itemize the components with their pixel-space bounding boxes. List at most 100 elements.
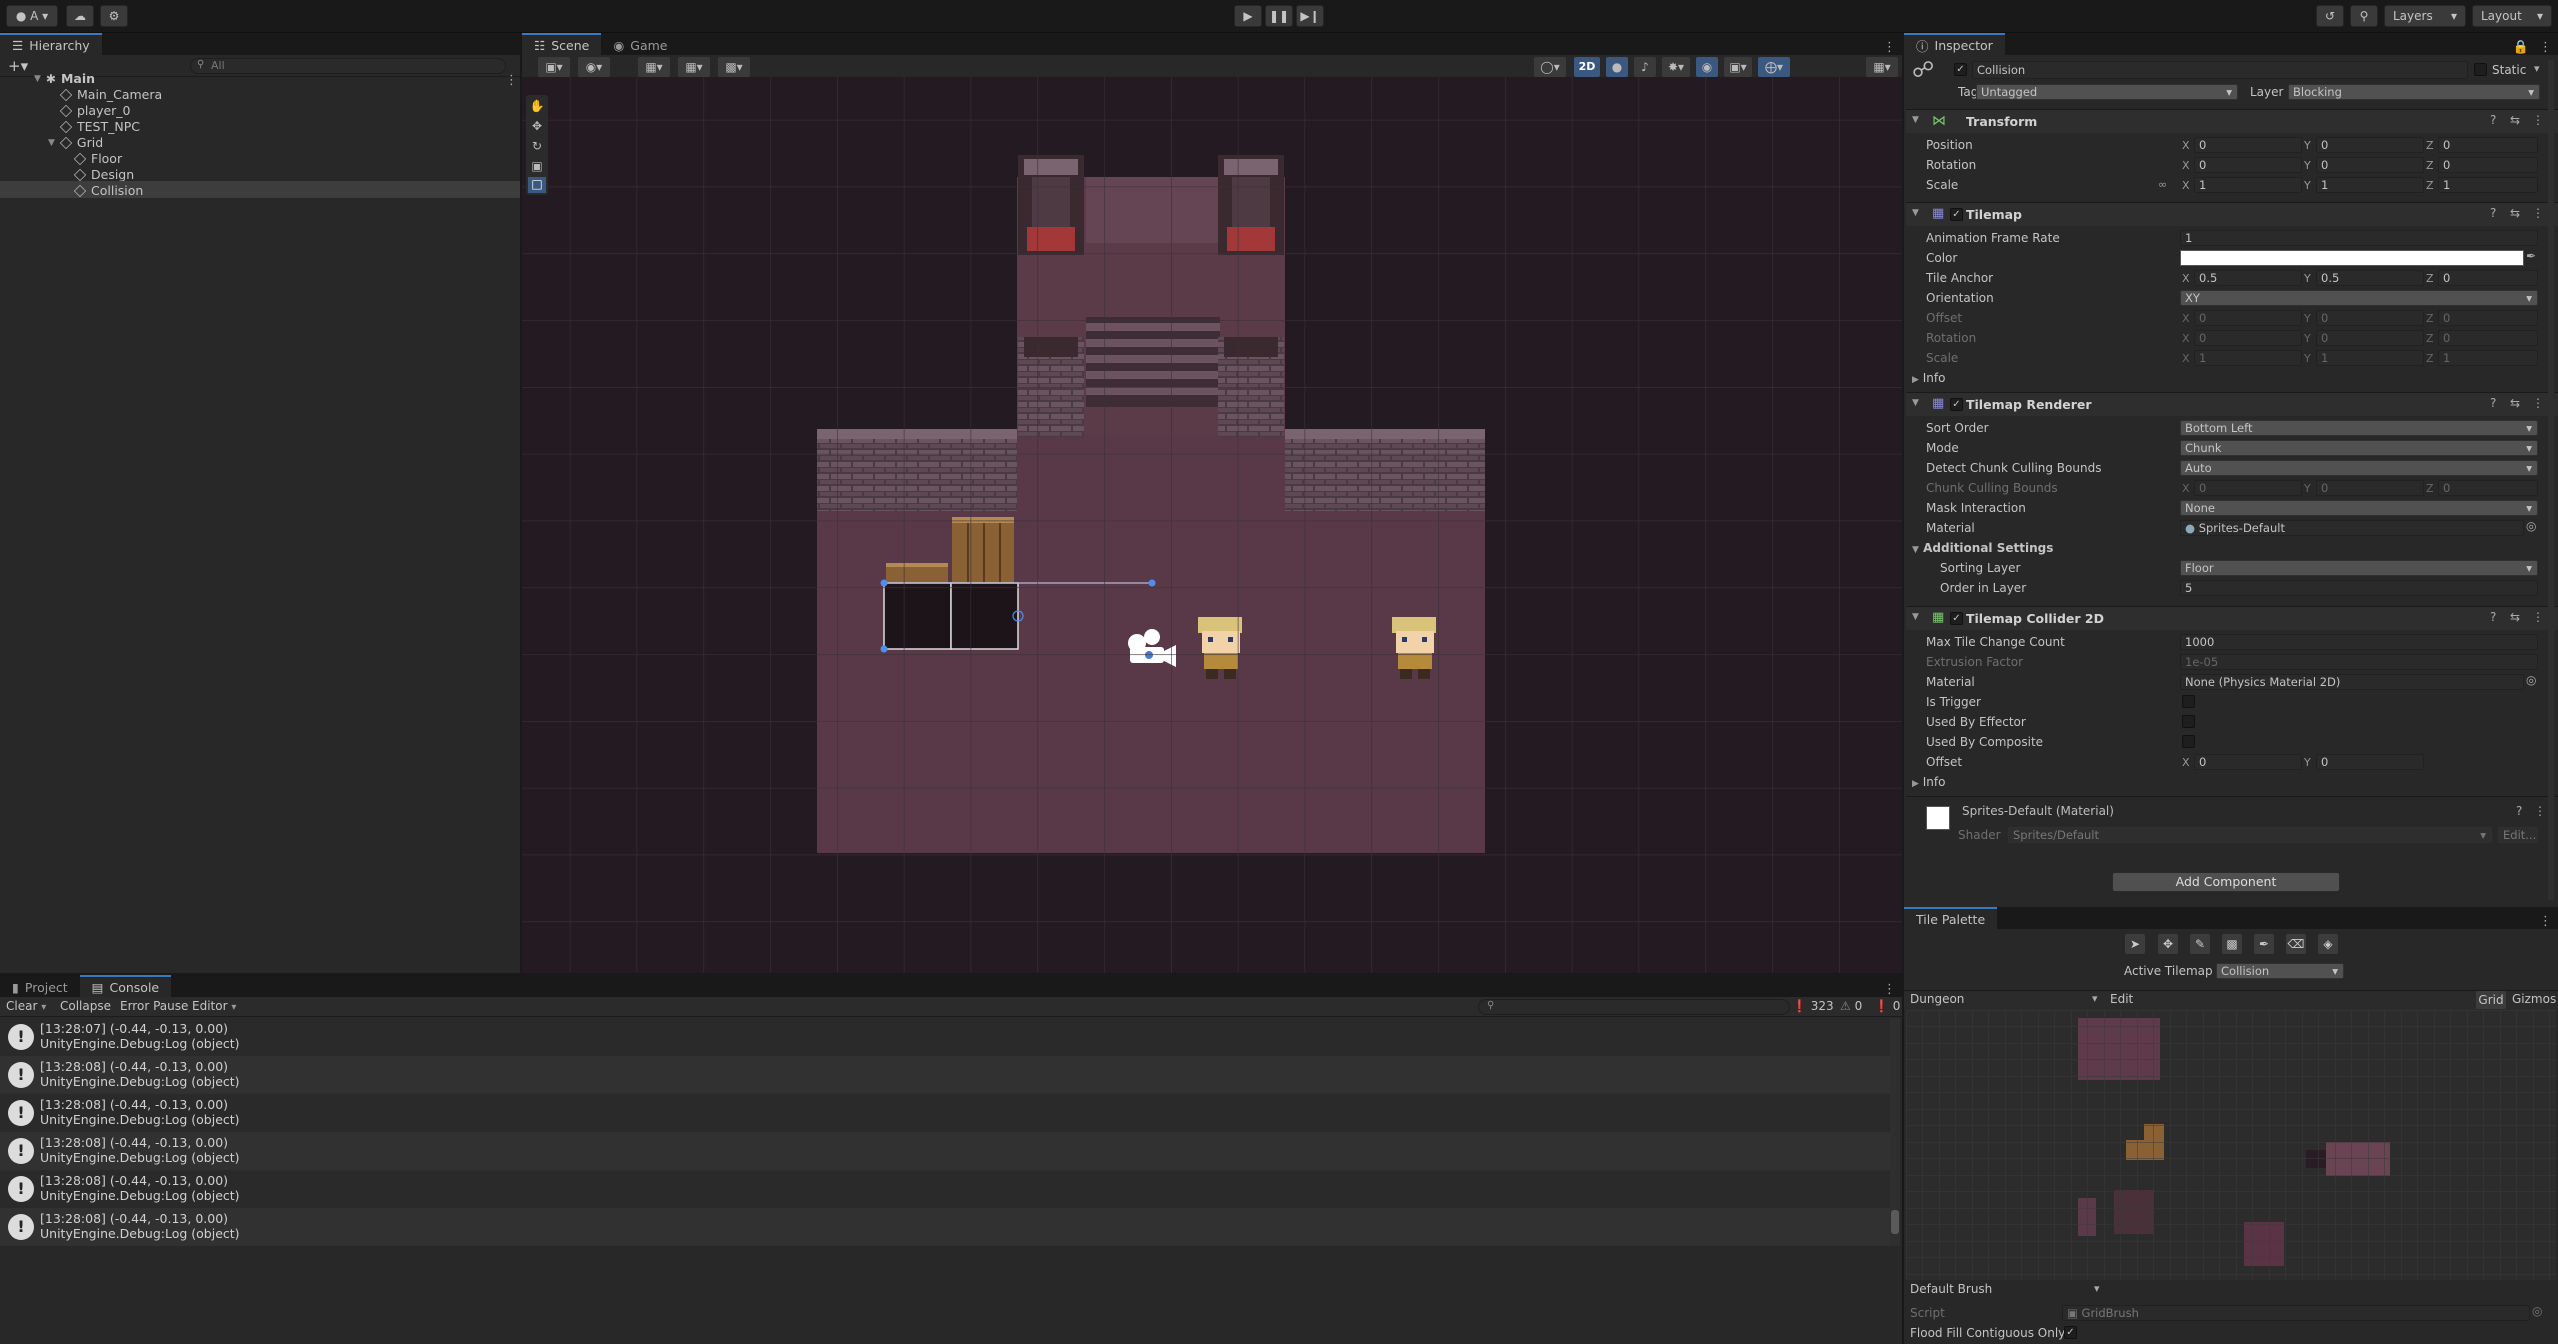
- collider-info-foldout[interactable]: ▶ Info: [1912, 775, 1945, 789]
- hierarchy-item-design[interactable]: Design: [73, 167, 134, 182]
- layout-dropdown[interactable]: Layout ▾: [2472, 5, 2552, 27]
- renderer-material-field[interactable]: ● Sprites-Default: [2180, 520, 2524, 536]
- tile-palette-menu-icon[interactable]: ⋮: [2533, 914, 2558, 929]
- render-icon[interactable]: ◉▾: [578, 57, 610, 77]
- lighting-icon[interactable]: ●: [1606, 57, 1628, 77]
- rotate-tool-icon[interactable]: ↻: [528, 139, 546, 157]
- rect-tool-icon[interactable]: □: [528, 177, 546, 193]
- scene-viewport[interactable]: ✋ ✥ ↻ ▣ □: [522, 77, 1902, 973]
- additional-settings-foldout[interactable]: ▼ Additional Settings: [1912, 541, 2053, 555]
- clear-button[interactable]: Clear ▾: [6, 999, 46, 1013]
- collider-offset-y[interactable]: 0: [2316, 754, 2424, 770]
- picker-icon[interactable]: ✒: [2254, 934, 2274, 954]
- preset-icon[interactable]: ⇆: [2510, 206, 2520, 220]
- object-name-field[interactable]: Collision: [1972, 61, 2468, 79]
- box-fill-icon[interactable]: ▩: [2222, 934, 2242, 954]
- detect-culling-dropdown[interactable]: Auto ▾: [2180, 460, 2538, 476]
- inspector-menu-icon[interactable]: ⋮: [2533, 40, 2558, 55]
- effects-icon[interactable]: ✸▾: [1662, 57, 1690, 77]
- sort-order-dropdown[interactable]: Bottom Left ▾: [2180, 420, 2538, 436]
- tab-game[interactable]: ◉ Game: [601, 33, 680, 55]
- audio-icon[interactable]: ♪: [1634, 57, 1656, 77]
- log-count-toggle[interactable]: ❗ 323: [1792, 999, 1834, 1013]
- eyedropper-icon[interactable]: ✒: [2526, 249, 2536, 263]
- used-by-composite-checkbox[interactable]: [2182, 735, 2195, 748]
- console-search[interactable]: ⚲: [1478, 999, 1790, 1015]
- renderer-enabled-checkbox[interactable]: ✓: [1950, 398, 1963, 411]
- hand-tool-icon[interactable]: ✋: [528, 99, 546, 117]
- mask-dropdown[interactable]: None ▾: [2180, 500, 2538, 516]
- fill-icon[interactable]: ◈: [2318, 934, 2338, 954]
- static-dropdown-icon[interactable]: ▾: [2534, 62, 2540, 75]
- preset-icon[interactable]: ⇆: [2510, 610, 2520, 624]
- material-menu-icon[interactable]: ⋮: [2534, 804, 2546, 818]
- console-scroll-thumb[interactable]: [1891, 1210, 1899, 1234]
- hierarchy-item-grid[interactable]: ▼ Grid: [48, 135, 103, 150]
- lock-icon[interactable]: 🔒: [2509, 40, 2533, 55]
- preset-icon[interactable]: ⇆: [2510, 396, 2520, 410]
- position-x[interactable]: 0: [2194, 137, 2302, 153]
- palette-gizmos-toggle[interactable]: Gizmos: [2512, 992, 2556, 1006]
- help-icon[interactable]: ?: [2516, 804, 2522, 818]
- step-button[interactable]: ▶❙: [1296, 5, 1324, 27]
- used-by-effector-checkbox[interactable]: [2182, 715, 2195, 728]
- play-button[interactable]: ▶: [1234, 5, 1262, 27]
- log-entry[interactable]: ! [13:28:08] (-0.44, -0.13, 0.00) UnityE…: [0, 1208, 1895, 1246]
- increment-snap-icon[interactable]: ▩▾: [718, 57, 750, 77]
- tilemap-header[interactable]: ▼ ▦ ✓ Tilemap ? ⇆ ⋮: [1906, 202, 2558, 226]
- move-tool-icon[interactable]: ✥: [2158, 934, 2178, 954]
- component-menu-icon[interactable]: ⋮: [2532, 206, 2544, 220]
- collider-header[interactable]: ▼ ▦ ✓ Tilemap Collider 2D ? ⇆ ⋮: [1906, 606, 2558, 630]
- anchor-x[interactable]: 0.5: [2194, 270, 2302, 286]
- scene-root-item[interactable]: ▼ ✱ Main: [34, 71, 95, 86]
- anchor-z[interactable]: 0: [2438, 270, 2538, 286]
- position-z[interactable]: 0: [2438, 137, 2538, 153]
- add-component-button[interactable]: Add Component: [2112, 872, 2340, 892]
- component-menu-icon[interactable]: ⋮: [2532, 113, 2544, 127]
- hierarchy-item-collision[interactable]: Collision: [73, 183, 143, 198]
- rotation-z[interactable]: 0: [2438, 157, 2538, 173]
- preset-icon[interactable]: ⇆: [2510, 113, 2520, 127]
- anim-rate-field[interactable]: 1: [2180, 230, 2538, 246]
- select-tool-icon[interactable]: ➤: [2125, 934, 2145, 954]
- camera-icon[interactable]: ▣▾: [1724, 57, 1752, 77]
- color-field[interactable]: [2180, 250, 2524, 266]
- scene-menu-icon[interactable]: ⋮: [1877, 40, 1902, 55]
- grid-snap-icon[interactable]: ▦▾: [638, 57, 670, 77]
- sorting-layer-dropdown[interactable]: Floor ▾: [2180, 560, 2538, 576]
- anchor-y[interactable]: 0.5: [2316, 270, 2424, 286]
- error-count-toggle[interactable]: ❗ 0: [1874, 999, 1900, 1013]
- inspector-scrollbar[interactable]: [2548, 60, 2554, 900]
- log-entry[interactable]: ! [13:28:08] (-0.44, -0.13, 0.00) UnityE…: [0, 1094, 1895, 1132]
- rotation-y[interactable]: 0: [2316, 157, 2424, 173]
- max-tile-change-field[interactable]: 1000: [2180, 634, 2538, 650]
- palette-dropdown[interactable]: Dungeon: [1910, 992, 1964, 1006]
- mode-dropdown[interactable]: Chunk ▾: [2180, 440, 2538, 456]
- log-entry[interactable]: ! [13:28:07] (-0.44, -0.13, 0.00) UnityE…: [0, 1018, 1895, 1056]
- tab-inspector[interactable]: ⓘ Inspector: [1904, 33, 2005, 55]
- tab-tile-palette[interactable]: Tile Palette: [1904, 907, 1998, 929]
- rotation-x[interactable]: 0: [2194, 157, 2302, 173]
- collider-offset-x[interactable]: 0: [2194, 754, 2302, 770]
- cloud-icon[interactable]: ☁: [66, 5, 94, 27]
- move-tool-icon[interactable]: ✥: [528, 119, 546, 137]
- collider-material-field[interactable]: None (Physics Material 2D): [2180, 674, 2524, 690]
- gizmos-icon[interactable]: ⨁▾: [1758, 57, 1790, 77]
- settings-icon[interactable]: ⚙: [100, 5, 128, 27]
- log-entry[interactable]: ! [13:28:08] (-0.44, -0.13, 0.00) UnityE…: [0, 1056, 1895, 1094]
- grid-visibility-icon[interactable]: ▦▾: [678, 57, 710, 77]
- tab-console[interactable]: ▤ Console: [79, 975, 172, 997]
- object-picker-icon[interactable]: ◎: [2526, 673, 2536, 687]
- tilemap-renderer-header[interactable]: ▼ ▦ ✓ Tilemap Renderer ? ⇆ ⋮: [1906, 392, 2558, 416]
- search-icon[interactable]: ⚲: [2350, 5, 2378, 27]
- hidden-objects-icon[interactable]: ◉: [1696, 57, 1718, 77]
- add-object-button[interactable]: +▾: [8, 57, 28, 75]
- layers-dropdown[interactable]: Layers ▾: [2384, 5, 2466, 27]
- overlay-icon[interactable]: ▦▾: [1866, 57, 1898, 77]
- hierarchy-item-test-npc[interactable]: TEST_NPC: [59, 119, 140, 134]
- scale-tool-icon[interactable]: ▣: [528, 159, 546, 177]
- position-y[interactable]: 0: [2316, 137, 2424, 153]
- help-icon[interactable]: ?: [2490, 206, 2496, 220]
- component-menu-icon[interactable]: ⋮: [2532, 610, 2544, 624]
- palette-edit-button[interactable]: Edit: [2110, 992, 2133, 1006]
